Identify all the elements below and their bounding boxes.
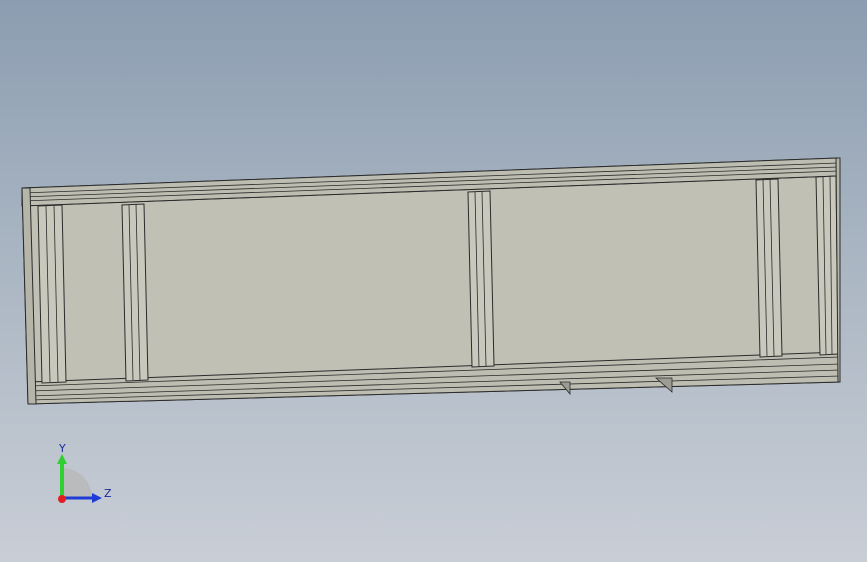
triad-y-label: Y xyxy=(58,442,66,455)
triad-z-label: Z xyxy=(104,487,112,500)
right-end-post xyxy=(815,157,841,383)
vertical-stud-3 xyxy=(755,178,783,358)
coordinate-triad: Y Z xyxy=(57,442,112,503)
vertical-stud-2 xyxy=(467,190,495,368)
left-end-post xyxy=(21,187,67,405)
model-frame-view[interactable] xyxy=(0,0,867,562)
vertical-stud-1 xyxy=(121,203,149,382)
graphics-viewport[interactable]: Y Z xyxy=(0,0,867,562)
